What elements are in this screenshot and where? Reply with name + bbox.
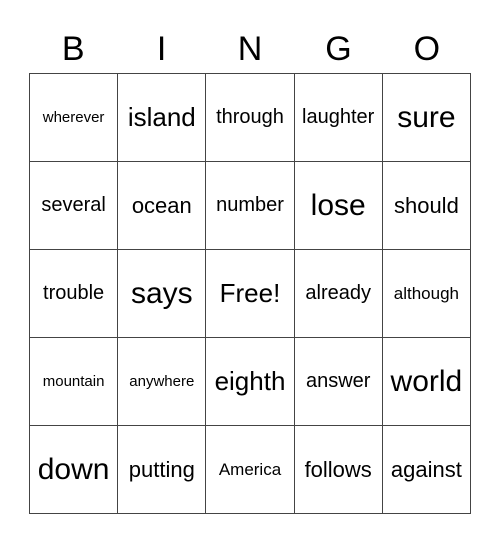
header-letter-n: N (237, 30, 263, 68)
bingo-cell[interactable]: already (294, 250, 383, 338)
bingo-cell[interactable]: eighth (206, 338, 295, 426)
bingo-cell[interactable]: follows (294, 426, 383, 514)
bingo-cell[interactable]: answer (294, 338, 383, 426)
bingo-cell[interactable]: putting (118, 426, 207, 514)
bingo-cell[interactable]: laughter (294, 74, 383, 162)
bingo-cell[interactable]: through (206, 74, 295, 162)
bingo-cell[interactable]: island (118, 74, 207, 162)
header-letter-g: G (325, 30, 352, 68)
bingo-cell[interactable]: trouble (30, 250, 119, 338)
bingo-cell[interactable]: against (382, 426, 471, 514)
bingo-cell[interactable]: ocean (118, 162, 207, 250)
bingo-cell[interactable]: wherever (30, 74, 119, 162)
bingo-header: B I N G O (29, 26, 471, 72)
free-space-cell[interactable]: Free! (206, 250, 295, 338)
bingo-cell[interactable]: mountain (30, 338, 119, 426)
bingo-cell[interactable]: several (30, 162, 119, 250)
bingo-cell[interactable]: world (382, 338, 471, 426)
bingo-cell[interactable]: although (382, 250, 471, 338)
header-letter-o: O (413, 30, 441, 68)
bingo-cell[interactable]: says (118, 250, 207, 338)
bingo-grid: wherever island through laughter sure several… (29, 73, 471, 514)
bingo-cell[interactable]: down (30, 426, 119, 514)
bingo-cell[interactable]: lose (294, 162, 383, 250)
bingo-cell[interactable]: sure (382, 74, 471, 162)
bingo-cell[interactable]: number (206, 162, 295, 250)
header-letter-b: B (61, 30, 85, 68)
bingo-cell[interactable]: anywhere (118, 338, 207, 426)
bingo-cell[interactable]: should (382, 162, 471, 250)
bingo-cell[interactable]: America (206, 426, 295, 514)
header-letter-i: I (156, 30, 167, 68)
